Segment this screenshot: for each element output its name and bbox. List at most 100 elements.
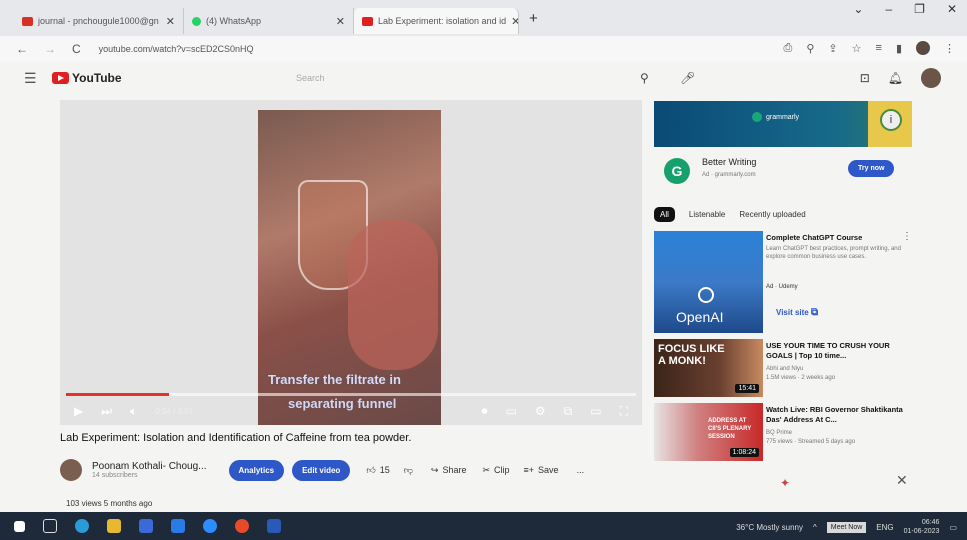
- subtitles-icon[interactable]: ▭: [506, 404, 517, 419]
- more-actions-button[interactable]: ...: [577, 465, 585, 475]
- clock[interactable]: 06:46 01-06-2023: [904, 518, 940, 536]
- header-actions: ⊡ 🔔︎: [860, 68, 941, 88]
- tab-youtube[interactable]: Lab Experiment: isolation and id ✕: [354, 8, 519, 34]
- windows-start-icon[interactable]: [14, 520, 25, 532]
- info-icon[interactable]: i: [880, 109, 902, 131]
- close-tab-icon[interactable]: ✕: [336, 15, 345, 28]
- share-icon[interactable]: ⇪: [828, 42, 837, 55]
- clip-button[interactable]: ✂ Clip: [482, 465, 509, 476]
- install-icon[interactable]: ⎙: [784, 42, 793, 55]
- profile-avatar[interactable]: [916, 41, 930, 55]
- task-view-icon[interactable]: [43, 519, 57, 533]
- tab-whatsapp[interactable]: (4) WhatsApp ✕: [184, 8, 354, 34]
- minimize-button[interactable]: –: [885, 2, 892, 16]
- language-indicator[interactable]: ENG: [876, 523, 893, 532]
- grammarly-banner-logo: grammarly: [752, 112, 799, 122]
- file-explorer-icon[interactable]: [107, 519, 121, 533]
- chrome-icon[interactable]: [235, 519, 249, 533]
- more-options-icon[interactable]: ⋮: [902, 231, 912, 242]
- back-icon[interactable]: ←: [16, 42, 28, 56]
- close-icon[interactable]: ✕: [896, 472, 908, 489]
- forward-icon[interactable]: →: [44, 42, 56, 56]
- youtube-logo[interactable]: YouTube: [52, 71, 122, 85]
- mail-icon[interactable]: [171, 519, 185, 533]
- word-icon[interactable]: [267, 519, 281, 533]
- dislike-button[interactable]: 👎︎: [404, 465, 413, 476]
- tab-gmail[interactable]: journal - pnchougule1000@gn ✕: [14, 8, 184, 34]
- search-icon[interactable]: ⚲: [640, 71, 649, 85]
- recommendation-title[interactable]: USE YOUR TIME TO CRUSH YOUR GOALS | Top …: [766, 341, 906, 361]
- chevron-up-icon[interactable]: ^: [813, 523, 817, 532]
- bookmark-star-icon[interactable]: ☆: [852, 42, 862, 55]
- notifications-bell-icon[interactable]: 🔔︎: [888, 71, 903, 85]
- url-field[interactable]: youtube.com/watch?v=scED2CS0nHQ: [99, 44, 254, 54]
- channel-name[interactable]: Poonam Kothali- Choug...: [92, 461, 207, 472]
- address-bar-actions: ⎙ ⚲ ⇪ ☆ ≡ ▮ ⋮: [784, 41, 955, 55]
- chip-all[interactable]: All: [654, 207, 675, 222]
- close-tab-icon[interactable]: ✕: [166, 15, 175, 28]
- player-right-controls: ⏺ ▭ ⚙ ⧉ ▭ ⛶: [482, 404, 628, 419]
- fullscreen-icon[interactable]: ⛶: [620, 404, 628, 419]
- edge-icon[interactable]: [75, 519, 89, 533]
- save-button[interactable]: ≡+ Save: [524, 465, 559, 475]
- zoom-icon[interactable]: ⚲: [806, 42, 814, 55]
- chip-listenable[interactable]: Listenable: [689, 210, 725, 219]
- chip-recently-uploaded[interactable]: Recently uploaded: [739, 210, 805, 219]
- recommendation-ad-source: Ad · Udemy: [766, 284, 798, 290]
- close-tab-icon[interactable]: ✕: [511, 15, 518, 28]
- ad-banner[interactable]: grammarly i: [654, 101, 912, 147]
- openai-thumbnail[interactable]: OpenAI: [654, 231, 763, 333]
- recommendation-item[interactable]: OpenAI Complete ChatGPT Course Learn Cha…: [654, 231, 924, 335]
- focus-monk-thumbnail[interactable]: FOCUS LIKE A MONK! 15:41: [654, 339, 763, 397]
- gmail-icon: [22, 16, 33, 26]
- like-button[interactable]: 👍︎ 15: [366, 465, 389, 476]
- create-icon[interactable]: ⊡: [860, 71, 870, 85]
- store-icon[interactable]: [139, 519, 153, 533]
- try-now-button[interactable]: Try now: [848, 160, 895, 177]
- rbi-governor-thumbnail[interactable]: ADDRESS AT CII'S PLENARY SESSION 1:08:24: [654, 403, 763, 461]
- tab-search-icon[interactable]: ⌄: [853, 2, 863, 16]
- autoplay-toggle[interactable]: ⏺: [482, 404, 488, 419]
- thumbs-down-icon: 👎︎: [403, 464, 413, 475]
- video-player[interactable]: Transfer the filtrate in separating funn…: [60, 100, 642, 425]
- play-icon[interactable]: ▶: [74, 404, 83, 418]
- meet-now-tooltip: Meet Now: [826, 521, 867, 533]
- theater-mode-icon[interactable]: ▭: [590, 404, 601, 419]
- window-controls: ⌄ – ❐ ✕: [853, 2, 957, 16]
- next-icon[interactable]: ⏭: [101, 404, 112, 419]
- notifications-icon[interactable]: ▭: [949, 523, 957, 532]
- new-tab-button[interactable]: +: [529, 10, 538, 27]
- progress-bar[interactable]: [66, 393, 636, 396]
- share-label: Share: [442, 465, 467, 475]
- share-button[interactable]: ↪ Share: [431, 465, 467, 476]
- settings-gear-icon[interactable]: ⚙: [535, 404, 546, 419]
- recommendation-item[interactable]: FOCUS LIKE A MONK! 15:41 USE YOUR TIME T…: [654, 339, 924, 399]
- sparkle-icon[interactable]: ✦: [780, 476, 790, 490]
- channel-avatar[interactable]: [60, 459, 82, 481]
- visit-site-button[interactable]: Visit site ⧉: [776, 307, 818, 318]
- ad-title[interactable]: Better Writing: [702, 157, 756, 167]
- sidebar-icon[interactable]: ▮: [896, 42, 902, 55]
- ad-source: Ad · grammarly.com: [702, 172, 756, 178]
- search-input[interactable]: Search: [290, 68, 630, 90]
- edit-video-button[interactable]: Edit video: [292, 459, 351, 481]
- miniplayer-icon[interactable]: ⧉: [564, 404, 573, 419]
- thumbnail-text: ADDRESS AT CII'S PLENARY SESSION: [708, 418, 752, 440]
- recommendation-item[interactable]: ADDRESS AT CII'S PLENARY SESSION 1:08:24…: [654, 403, 924, 463]
- microphone-icon[interactable]: 🎤︎: [680, 71, 695, 85]
- youtube-play-icon: [52, 72, 69, 84]
- close-window-button[interactable]: ✕: [947, 2, 957, 16]
- maximize-button[interactable]: ❐: [914, 2, 925, 16]
- hamburger-menu-icon[interactable]: ☰: [24, 70, 37, 87]
- reading-list-icon[interactable]: ≡: [876, 42, 882, 54]
- account-avatar[interactable]: [921, 68, 941, 88]
- channel-row: Poonam Kothali- Choug... 14 subscribers …: [60, 456, 642, 484]
- weather-widget[interactable]: 36°C Mostly sunny: [736, 523, 803, 532]
- recommendation-title[interactable]: Watch Live: RBI Governor Shaktikanta Das…: [766, 405, 906, 425]
- recommendation-title[interactable]: Complete ChatGPT Course: [766, 233, 906, 243]
- volume-icon[interactable]: 🔈︎: [130, 404, 137, 419]
- analytics-button[interactable]: Analytics: [228, 459, 285, 481]
- menu-icon[interactable]: ⋮: [944, 42, 955, 55]
- reload-icon[interactable]: C: [72, 42, 81, 56]
- zoom-app-icon[interactable]: [203, 519, 217, 533]
